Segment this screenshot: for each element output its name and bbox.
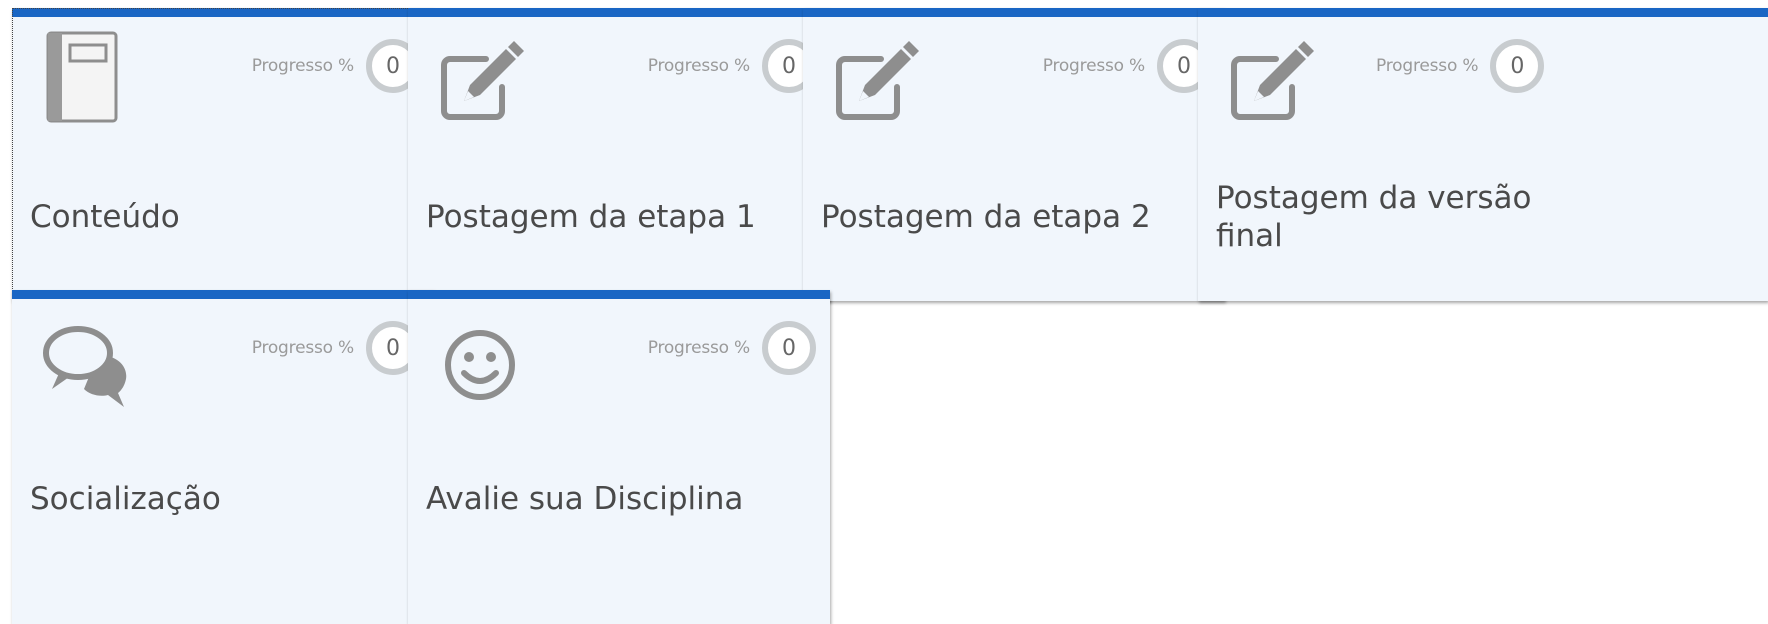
edit-icon bbox=[434, 29, 526, 125]
progress-indicator: Progresso % 0 bbox=[1043, 39, 1211, 93]
progress-label: Progresso % bbox=[251, 338, 355, 358]
card-avalie-disciplina[interactable]: Progresso % 0 Avalie sua Disciplina bbox=[408, 290, 830, 624]
activity-grid: Progresso % 0 Conteúdo Progresso % 0 Pos… bbox=[0, 0, 1768, 624]
progress-label: Progresso % bbox=[1376, 56, 1479, 76]
progress-label: Progresso % bbox=[251, 56, 355, 76]
progress-label: Progresso % bbox=[647, 338, 751, 358]
card-title: Socialização bbox=[30, 481, 221, 517]
progress-indicator: Progresso % 0 bbox=[648, 39, 816, 93]
card-title: Postagem da etapa 2 bbox=[821, 199, 1151, 235]
card-conteudo[interactable]: Progresso % 0 Conteúdo bbox=[12, 8, 434, 301]
card-postagem-etapa-1[interactable]: Progresso % 0 Postagem da etapa 1 bbox=[408, 8, 830, 301]
smiley-icon bbox=[434, 311, 526, 407]
progress-indicator: Progresso % 0 bbox=[252, 321, 420, 375]
progress-label: Progresso % bbox=[1042, 56, 1146, 76]
notebook-icon bbox=[38, 29, 130, 125]
progress-indicator: Progresso % 0 bbox=[1376, 39, 1545, 93]
card-title: Conteúdo bbox=[30, 199, 180, 235]
edit-icon bbox=[1224, 29, 1316, 125]
progress-value: 0 bbox=[1490, 39, 1545, 93]
card-title: Postagem da etapa 1 bbox=[426, 199, 756, 235]
card-postagem-etapa-2[interactable]: Progresso % 0 Postagem da etapa 2 bbox=[803, 8, 1225, 301]
progress-value: 0 bbox=[762, 321, 816, 375]
edit-icon bbox=[829, 29, 921, 125]
progress-label: Progresso % bbox=[647, 56, 751, 76]
card-title: Avalie sua Disciplina bbox=[426, 481, 744, 517]
card-title: Postagem da versão final bbox=[1216, 180, 1532, 254]
card-postagem-versao-final[interactable]: Progresso % 0 Postagem da versão final bbox=[1198, 8, 1768, 301]
progress-indicator: Progresso % 0 bbox=[252, 39, 420, 93]
card-socializacao[interactable]: Progresso % 0 Socialização bbox=[12, 290, 434, 624]
progress-indicator: Progresso % 0 bbox=[648, 321, 816, 375]
chat-bubbles-icon bbox=[38, 311, 130, 407]
